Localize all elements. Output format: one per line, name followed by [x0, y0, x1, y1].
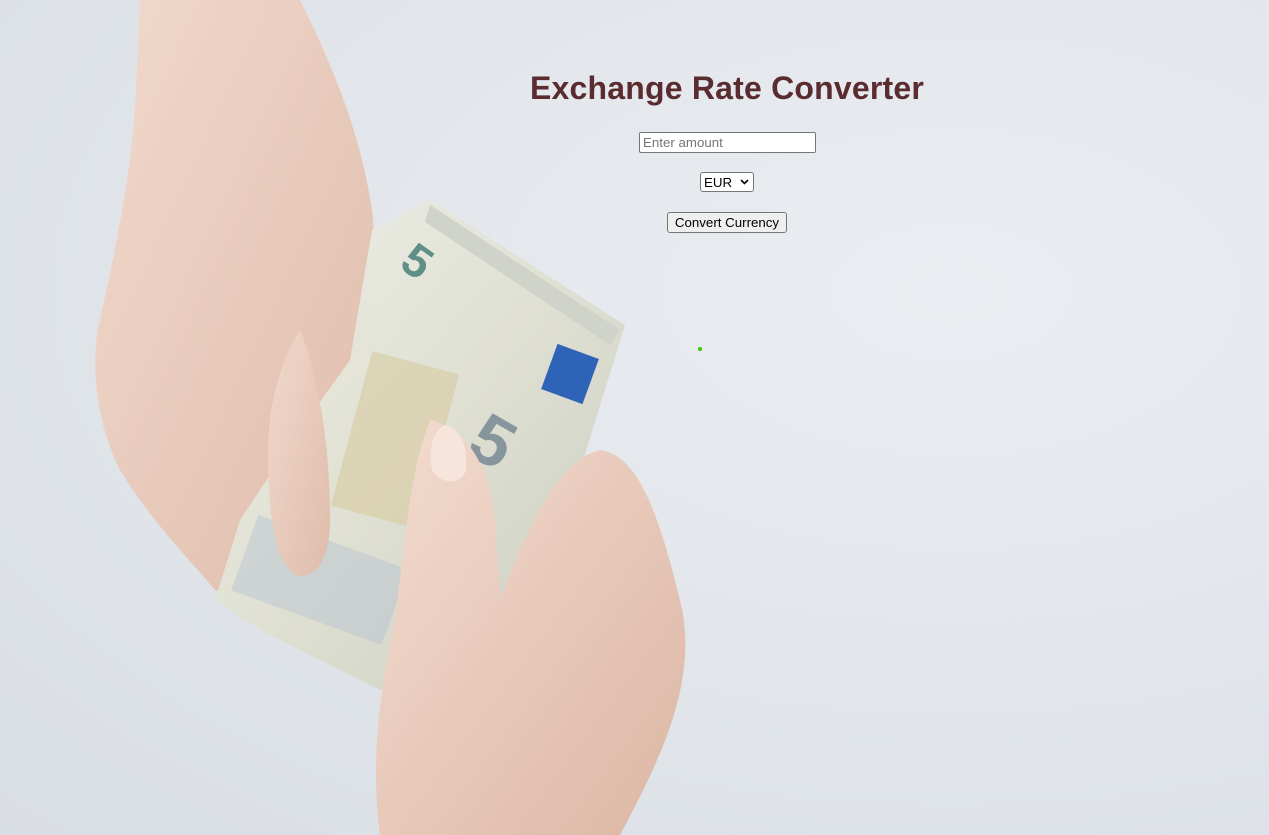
result-indicator: [698, 347, 702, 351]
convert-currency-button[interactable]: Convert Currency: [667, 212, 787, 233]
page-title: Exchange Rate Converter: [529, 70, 925, 106]
currency-select[interactable]: EUR: [700, 172, 754, 192]
chevron-down-icon: [740, 179, 749, 185]
amount-input[interactable]: [639, 132, 816, 153]
converter-app: Exchange Rate Converter EUR Convert Curr…: [0, 0, 1269, 835]
currency-select-value: EUR: [704, 174, 733, 190]
